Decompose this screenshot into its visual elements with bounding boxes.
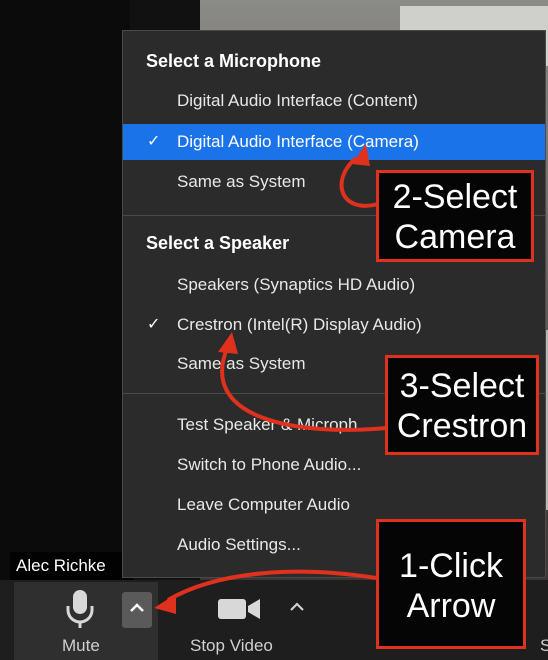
speaker-option[interactable]: Speakers (Synaptics HD Audio) <box>123 267 545 303</box>
video-camera-icon[interactable] <box>216 596 262 622</box>
annotation-step-3: 3-Select Crestron <box>385 355 539 455</box>
annotation-step-2: 2-Select Camera <box>376 170 534 262</box>
annotation-text: 2-Select <box>392 178 518 216</box>
mute-label: Mute <box>62 636 100 655</box>
menu-action-label: Audio Settings... <box>177 535 301 554</box>
annotation-text: Camera <box>394 218 516 256</box>
audio-options-arrow-button[interactable] <box>122 592 152 628</box>
checkmark-icon: ✓ <box>147 133 161 150</box>
menu-action-label: Test Speaker & Microph <box>177 415 358 434</box>
video-options-arrow-button[interactable] <box>288 600 306 618</box>
microphone-option[interactable]: Digital Audio Interface (Content) <box>123 83 545 119</box>
annotation-step-1: 1-Click Arrow <box>376 519 526 649</box>
speaker-section-header: Select a Speaker <box>146 233 290 253</box>
microphone-option-label: Same as System <box>177 172 306 191</box>
speaker-option-label: Crestron (Intel(R) Display Audio) <box>177 315 422 334</box>
speaker-option-label: Speakers (Synaptics HD Audio) <box>177 275 416 294</box>
zoom-audio-menu-screenshot: Alec Richke Select a Microphone Digital … <box>0 0 548 660</box>
speaker-option-label: Same as System <box>177 354 306 373</box>
annotation-text: 1-Click <box>399 547 503 585</box>
annotation-text: Arrow <box>406 587 496 625</box>
participant-name-label: Alec Richke <box>10 552 134 580</box>
microphone-option-label: Digital Audio Interface (Content) <box>177 91 418 110</box>
toolbar-edge-label: Se <box>540 636 548 655</box>
chevron-up-icon <box>130 603 144 612</box>
checkmark-icon: ✓ <box>147 316 161 333</box>
microphone-option-label: Digital Audio Interface (Camera) <box>177 132 419 151</box>
microphone-section-header: Select a Microphone <box>146 51 322 71</box>
annotation-text: Crestron <box>396 407 528 445</box>
leave-computer-audio-item[interactable]: Leave Computer Audio <box>123 487 545 523</box>
menu-action-label: Leave Computer Audio <box>177 495 350 514</box>
video-feed-left <box>0 0 130 580</box>
stop-video-label: Stop Video <box>190 636 273 655</box>
microphone-icon[interactable] <box>60 588 100 628</box>
chevron-up-icon <box>290 602 304 611</box>
audio-dropdown-menu: Select a Microphone Digital Audio Interf… <box>122 30 546 578</box>
menu-action-label: Switch to Phone Audio... <box>177 455 362 474</box>
annotation-text: 3-Select <box>399 367 525 405</box>
microphone-option-selected[interactable]: ✓ Digital Audio Interface (Camera) <box>123 124 545 160</box>
speaker-option-selected[interactable]: ✓ Crestron (Intel(R) Display Audio) <box>123 307 545 343</box>
